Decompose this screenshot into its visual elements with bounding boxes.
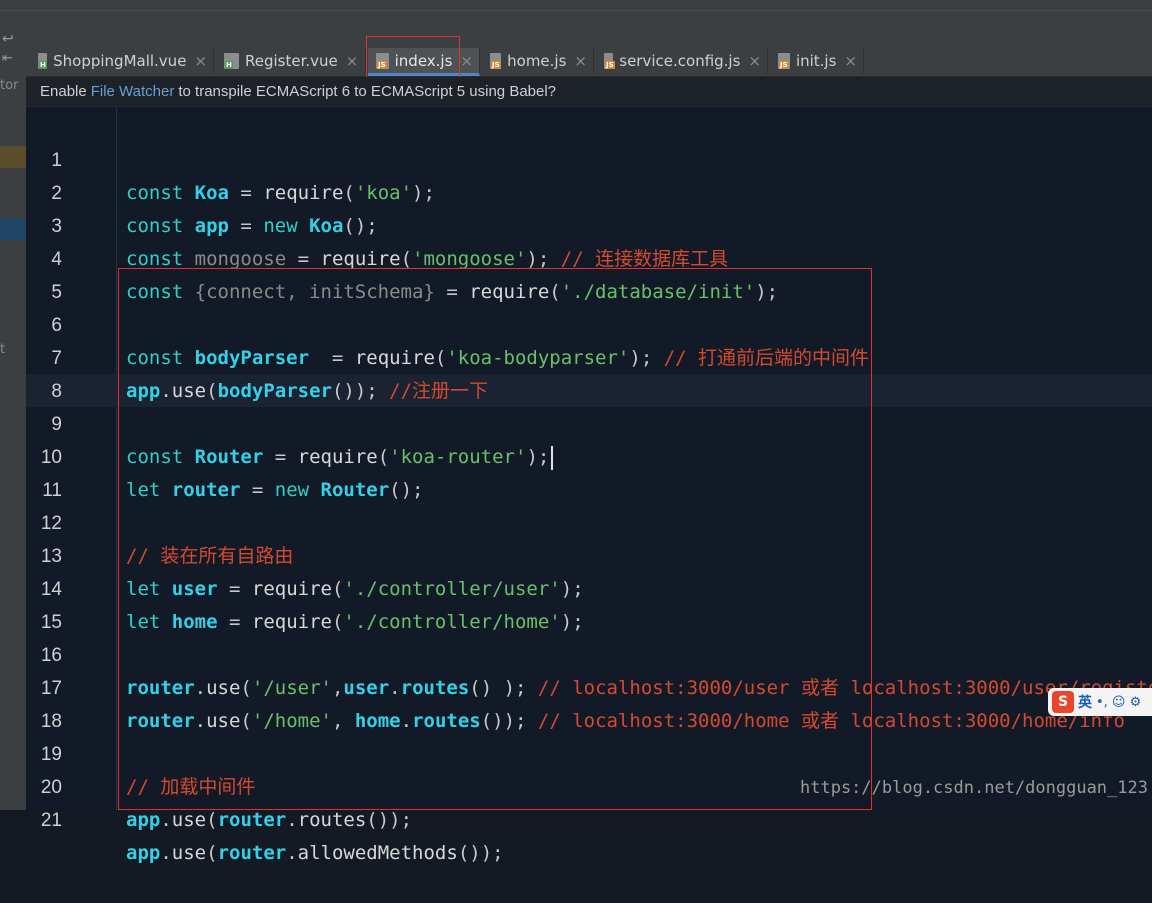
js-file-icon: JS — [604, 53, 615, 69]
close-icon[interactable]: × — [460, 52, 473, 70]
side-panel-label-top: tor — [0, 78, 19, 93]
tab-label: Register.vue — [245, 52, 338, 70]
code-line[interactable]: 4 const {connect, initSchema} = require(… — [26, 210, 1152, 303]
notice-pre: Enable — [40, 83, 87, 100]
tab-shoppingmall-vue[interactable]: H ShoppingMall.vue × — [30, 48, 214, 74]
code-line[interactable]: 2 const app = new Koa(); — [26, 144, 1152, 237]
code-line[interactable]: 3 const mongoose = require('mongoose'); … — [26, 177, 1152, 270]
file-watcher-notice: Enable File Watcher to transpile ECMAScr… — [26, 77, 1152, 107]
close-icon[interactable]: × — [844, 52, 857, 70]
tab-label: service.config.js — [619, 52, 741, 70]
toolbar: ↩ — [0, 10, 1152, 49]
project-side-panel: ⇤ tor t — [0, 48, 27, 810]
editor-tab-bar: H ShoppingMall.vue × H Register.vue × JS… — [26, 48, 1152, 77]
close-icon[interactable]: × — [346, 52, 359, 70]
watermark: https://blog.csdn.net/dongguan_123 — [800, 778, 1148, 798]
code-line[interactable]: 1 const Koa = require('koa'); — [26, 111, 1152, 204]
close-icon[interactable]: × — [194, 52, 207, 70]
title-bar — [0, 0, 1152, 10]
tab-label: init.js — [795, 52, 837, 70]
line-number: 21 — [40, 810, 62, 831]
line-content: app.use(router.allowedMethods()); — [126, 842, 504, 864]
tab-register-vue[interactable]: H Register.vue × — [216, 48, 366, 74]
js-file-icon: JS — [778, 53, 790, 69]
close-icon[interactable]: × — [748, 52, 761, 70]
ime-toolbar[interactable]: S 英 •, ☺ ⚙ — [1048, 688, 1152, 716]
ime-language-toggle[interactable]: 英 — [1078, 692, 1092, 712]
js-file-icon: JS — [490, 53, 502, 69]
close-icon[interactable]: × — [574, 52, 587, 70]
vue-file-icon: H — [224, 53, 239, 69]
navigate-icon[interactable]: ↩ — [2, 31, 14, 47]
vue-file-icon: H — [38, 53, 48, 69]
side-panel-highlight — [0, 146, 26, 168]
code-highlight-annotation — [118, 268, 872, 810]
tab-label: home.js — [507, 52, 567, 70]
side-panel-label-mid: t — [0, 342, 6, 357]
tab-init-js[interactable]: JS init.js × — [770, 48, 864, 74]
sogou-logo-icon: S — [1052, 691, 1074, 713]
notice-post: to transpile ECMAScript 6 to ECMAScript … — [178, 83, 557, 100]
tab-service-config-js[interactable]: JS service.config.js × — [596, 48, 768, 74]
hide-panel-icon[interactable]: ⇤ — [2, 51, 13, 66]
tab-label: ShoppingMall.vue — [53, 52, 187, 70]
file-watcher-link[interactable]: File Watcher — [91, 83, 175, 100]
tab-home-js[interactable]: JS home.js × — [482, 48, 594, 74]
side-panel-selection[interactable] — [0, 218, 26, 240]
tab-highlight-annotation — [366, 36, 460, 81]
ime-extra-icons[interactable]: •, ☺ ⚙ — [1096, 695, 1141, 710]
